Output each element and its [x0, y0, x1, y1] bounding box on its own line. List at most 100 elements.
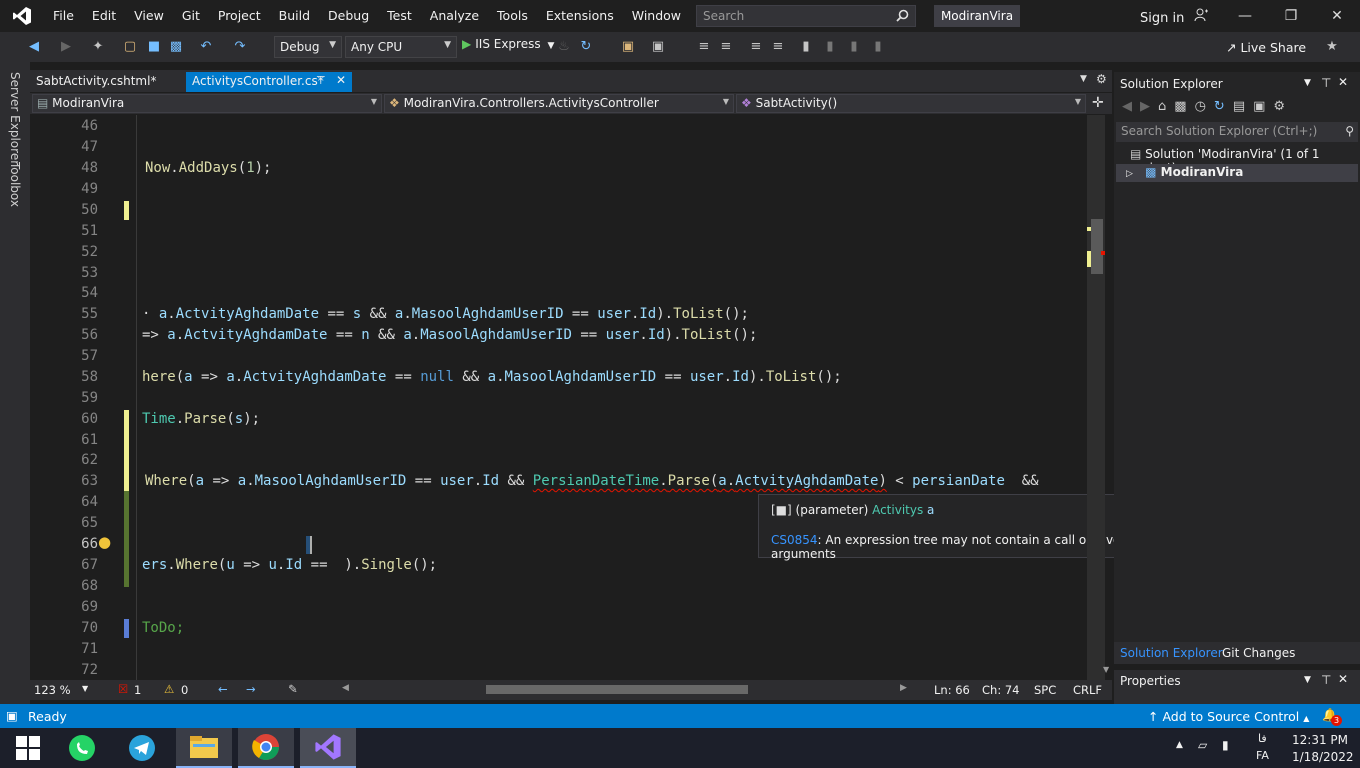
- menu-test[interactable]: Test: [378, 0, 421, 32]
- add-to-source-control-button[interactable]: ↑ Add to Source Control ▲: [1148, 709, 1309, 724]
- step-icon[interactable]: ≡: [696, 39, 712, 55]
- configuration-select[interactable]: Debug ▼: [274, 36, 342, 58]
- code-editor[interactable]: 46 47 48 49 50 51 52 53 54 55 56 57 58 5…: [54, 115, 1086, 680]
- clock-time[interactable]: 12:31 PM: [1292, 733, 1348, 747]
- menu-tools[interactable]: Tools: [488, 0, 537, 32]
- telegram-icon[interactable]: [114, 728, 170, 768]
- pin-icon[interactable]: ⊤: [1321, 76, 1331, 90]
- comment-icon[interactable]: ≡: [748, 39, 764, 55]
- live-share-button[interactable]: ↗ Live Share: [1226, 40, 1306, 55]
- tree-item-project[interactable]: ▷ ▩ ModiranVira: [1116, 164, 1358, 182]
- solution-name-badge[interactable]: ModiranVira: [934, 5, 1020, 27]
- error-count[interactable]: 1: [134, 683, 141, 697]
- class-select[interactable]: ❖ ModiranVira.Controllers.ActivitysContr…: [384, 94, 734, 113]
- horizontal-scroll-thumb[interactable]: [486, 685, 748, 694]
- clock-date[interactable]: 1/18/2022: [1292, 750, 1354, 764]
- forward-icon[interactable]: ▶: [58, 39, 74, 55]
- tree-item-solution[interactable]: ▤ Solution 'ModiranVira' (1 of 1 project…: [1116, 146, 1358, 175]
- start-button[interactable]: [0, 728, 56, 768]
- uncomment-icon[interactable]: ≡: [770, 39, 786, 55]
- menu-build[interactable]: Build: [270, 0, 319, 32]
- browse-folder-icon[interactable]: ▣: [620, 39, 636, 55]
- tab-git-changes[interactable]: Git Changes: [1222, 646, 1295, 660]
- menu-edit[interactable]: Edit: [83, 0, 125, 32]
- line-ending-indicator[interactable]: CRLF: [1073, 683, 1102, 697]
- chrome-icon[interactable]: [238, 728, 294, 768]
- run-button[interactable]: ▶ IIS Express ▼: [462, 37, 554, 51]
- sign-in-link[interactable]: Sign in: [1140, 8, 1209, 26]
- history-icon[interactable]: ◷: [1195, 99, 1214, 114]
- open-folder-icon[interactable]: ▢: [122, 39, 138, 55]
- file-explorer-icon[interactable]: [176, 728, 232, 768]
- tray-chevron-icon[interactable]: ▲: [1176, 740, 1183, 750]
- split-editor-icon[interactable]: ✛: [1092, 95, 1104, 111]
- pin-icon[interactable]: ⊤: [1321, 673, 1331, 687]
- close-icon[interactable]: ✕: [1314, 0, 1360, 32]
- toolbox-tab[interactable]: Toolbox: [8, 162, 22, 207]
- tab-solution-explorer[interactable]: Solution Explorer: [1120, 646, 1223, 660]
- lightbulb-icon[interactable]: ●: [98, 533, 111, 551]
- scroll-thumb[interactable]: [1091, 219, 1103, 274]
- new-project-icon[interactable]: ✦: [90, 39, 106, 55]
- error-code-link[interactable]: CS0854: [771, 533, 818, 547]
- chevron-down-icon[interactable]: ▼: [1304, 78, 1311, 88]
- hot-reload-icon[interactable]: ♨: [556, 39, 572, 55]
- bookmark-icon[interactable]: ▮: [798, 39, 814, 55]
- member-select[interactable]: ❖ SabtActivity() ▼: [736, 94, 1086, 113]
- editor-vertical-scrollbar[interactable]: ▼: [1087, 115, 1109, 680]
- refresh-icon[interactable]: ↻: [578, 39, 594, 55]
- project-select[interactable]: ▤ ModiranVira ▼: [32, 94, 382, 113]
- save-all-icon[interactable]: ▩: [168, 39, 184, 55]
- solution-explorer-toolbar[interactable]: ◀▶⌂▩◷↻▤▣⚙: [1122, 99, 1358, 119]
- prev-issue-icon[interactable]: ←: [218, 682, 228, 696]
- search-input[interactable]: Search: [696, 5, 916, 27]
- whatsapp-icon[interactable]: [54, 728, 110, 768]
- sync-icon[interactable]: ↻: [1214, 99, 1233, 114]
- show-all-icon[interactable]: ▣: [1253, 99, 1273, 114]
- visual-studio-taskbar-icon[interactable]: [300, 728, 356, 768]
- visual-studio-logo-icon[interactable]: [0, 0, 44, 32]
- redo-icon[interactable]: ↷: [232, 39, 248, 55]
- close-tab-icon[interactable]: ✕: [336, 73, 346, 87]
- save-icon[interactable]: ■: [146, 39, 162, 55]
- next-issue-icon[interactable]: →: [246, 682, 256, 696]
- scroll-right-icon[interactable]: ▶: [900, 683, 907, 693]
- server-explorer-tab[interactable]: Server Explorer: [8, 72, 22, 165]
- brush-icon[interactable]: ✎: [288, 682, 298, 696]
- line-indicator[interactable]: Ln: 66: [934, 683, 970, 697]
- platform-select[interactable]: Any CPU ▼: [345, 36, 457, 58]
- tab-sabtactivity[interactable]: SabtActivity.cshtml*: [30, 72, 162, 92]
- solution-search-input[interactable]: Search Solution Explorer (Ctrl+;) ⚲: [1116, 122, 1358, 142]
- battery-icon[interactable]: ▮: [1222, 738, 1229, 752]
- gear-icon[interactable]: ⚙: [1096, 72, 1107, 86]
- menu-view[interactable]: View: [125, 0, 173, 32]
- language-indicator-top[interactable]: فا: [1258, 732, 1267, 745]
- forward-icon[interactable]: ▶: [1140, 99, 1158, 114]
- scroll-left-icon[interactable]: ◀: [342, 683, 349, 693]
- menu-debug[interactable]: Debug: [319, 0, 378, 32]
- close-panel-icon[interactable]: ✕: [1338, 75, 1348, 89]
- back-icon[interactable]: ◀: [26, 39, 42, 55]
- pin-icon[interactable]: ⊤: [316, 74, 326, 87]
- language-indicator[interactable]: FA: [1256, 749, 1269, 762]
- undo-icon[interactable]: ↶: [198, 39, 214, 55]
- menu-git[interactable]: Git: [173, 0, 209, 32]
- menu-project[interactable]: Project: [209, 0, 270, 32]
- minimize-icon[interactable]: —: [1222, 0, 1268, 32]
- column-indicator[interactable]: Ch: 74: [982, 683, 1019, 697]
- warning-count[interactable]: 0: [181, 683, 188, 697]
- screenshot-icon[interactable]: ▣: [650, 39, 666, 55]
- network-icon[interactable]: ▱: [1198, 738, 1207, 752]
- indent-indicator[interactable]: SPC: [1034, 683, 1056, 697]
- switch-views-icon[interactable]: ▩: [1174, 99, 1194, 114]
- expand-arrow-icon[interactable]: ▷: [1126, 169, 1133, 179]
- close-panel-icon[interactable]: ✕: [1338, 672, 1348, 686]
- home-icon[interactable]: ⌂: [1158, 99, 1174, 114]
- collapse-icon[interactable]: ▤: [1233, 99, 1253, 114]
- next-bookmark-icon[interactable]: ▮: [846, 39, 862, 55]
- properties-icon[interactable]: ⚙: [1273, 99, 1293, 114]
- menu-file[interactable]: File: [44, 0, 83, 32]
- chevron-down-icon[interactable]: ▼: [1304, 675, 1311, 685]
- clear-bookmarks-icon[interactable]: ▮: [870, 39, 886, 55]
- prev-bookmark-icon[interactable]: ▮: [822, 39, 838, 55]
